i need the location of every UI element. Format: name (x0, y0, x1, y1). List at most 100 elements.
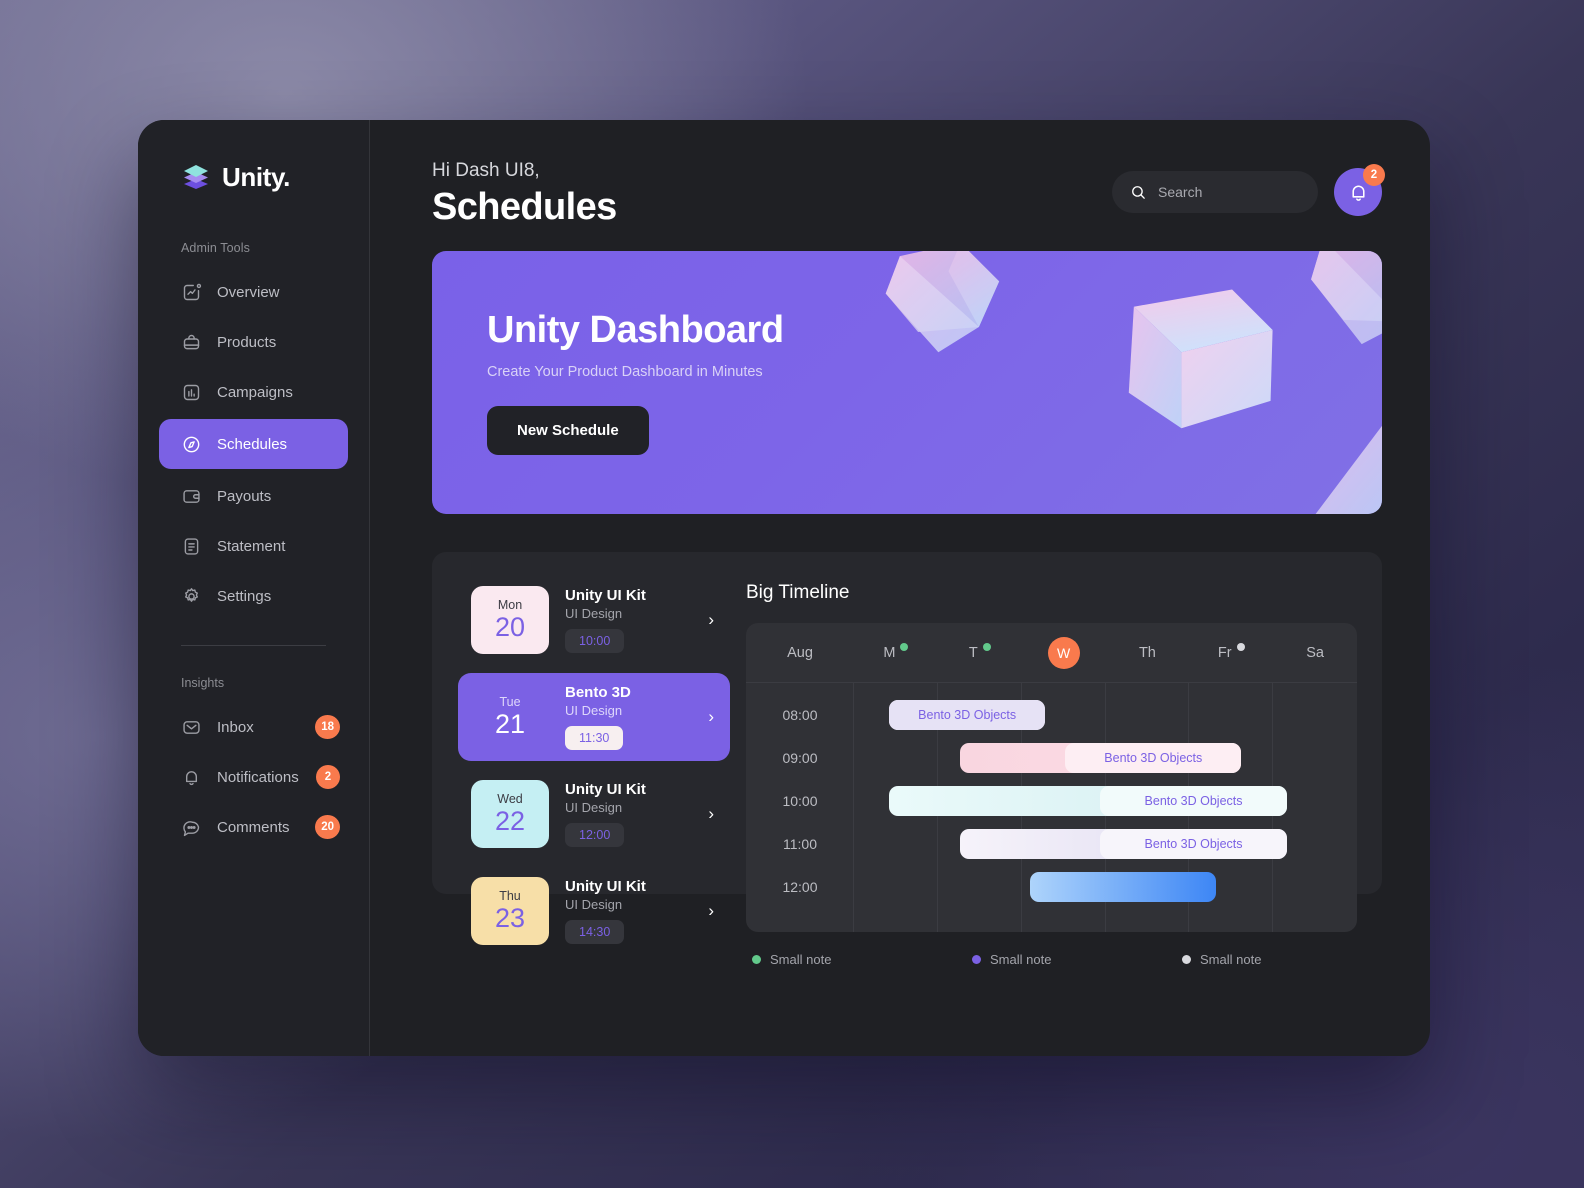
timeline-rows: 08:00 Bento 3D Objects 09:00 Bento 3D Ob… (746, 683, 1357, 932)
notifications-button[interactable]: 2 (1334, 164, 1385, 216)
sidebar-item-label: Payouts (217, 487, 272, 505)
search-input[interactable]: Search (1112, 171, 1318, 213)
day-chip: Wed 22 (471, 780, 549, 848)
timeline-body: 08:00 Bento 3D Objects 09:00 Bento 3D Ob… (746, 683, 1357, 932)
sidebar-item-label: Campaigns (217, 383, 293, 401)
timeline-day-m[interactable]: M (854, 643, 938, 662)
sidebar-item-label: Notifications (217, 768, 299, 786)
admin-nav: Overview Products Campaigns Schedules Pa… (138, 269, 369, 619)
sidebar-item-comments[interactable]: Comments 20 (159, 804, 348, 850)
day-label: T (968, 644, 978, 661)
topbar-actions: Search 2 (1112, 164, 1385, 216)
sidebar-item-products[interactable]: Products (159, 319, 348, 365)
day-status-dot (982, 643, 991, 651)
schedule-time: 14:30 (565, 920, 625, 944)
schedule-list: Mon 20 Unity UI Kit UI Design 10:00 › Tu… (445, 576, 730, 945)
search-placeholder: Search (1158, 184, 1203, 200)
day-status-dot (1236, 643, 1245, 651)
insights-nav: Inbox 18 Notifications 2 Comments 20 (138, 704, 369, 850)
schedule-meta: Unity UI Kit UI Design 12:00 (565, 781, 692, 847)
day-of-week: Mon (497, 598, 523, 613)
schedules-panel: Mon 20 Unity UI Kit UI Design 10:00 › Tu… (432, 552, 1382, 967)
sidebar-item-label: Comments (217, 818, 290, 836)
timeline-event-bar[interactable] (1030, 871, 1217, 902)
day-chip: Tue 21 (471, 683, 549, 751)
schedule-meta: Unity UI Kit UI Design 10:00 (565, 587, 692, 653)
sidebar-item-notifications[interactable]: Notifications 2 (159, 754, 348, 800)
legend-dot (1182, 955, 1191, 964)
day-of-week: Tue (499, 695, 521, 710)
timeline-row: 11:00 Bento 3D Objects (746, 822, 1357, 865)
legend-label: Small note (990, 952, 1052, 967)
timeline-day-fr[interactable]: Fr (1189, 643, 1273, 662)
sidebar-item-label: Schedules (217, 435, 288, 453)
notifications-badge: 2 (316, 765, 340, 789)
legend-label: Small note (1200, 952, 1262, 967)
schedule-title: Unity UI Kit (565, 587, 646, 604)
day-number: 23 (494, 903, 526, 934)
schedule-meta: Unity UI Kit UI Design 14:30 (565, 878, 692, 944)
app-window: Unity. Admin Tools Overview Products Cam… (138, 120, 1430, 1056)
sidebar-item-label: Settings (217, 587, 272, 605)
sidebar-item-payouts[interactable]: Payouts (159, 473, 348, 519)
chevron-right-icon[interactable]: › (708, 901, 714, 921)
sidebar-item-label: Statement (217, 537, 286, 555)
insights-label: Insights (181, 676, 225, 690)
brand[interactable]: Unity. (138, 162, 369, 193)
comment-icon (183, 820, 200, 836)
sidebar-item-overview[interactable]: Overview (159, 269, 348, 315)
chevron-right-icon[interactable]: › (708, 707, 714, 727)
gear-icon (185, 587, 198, 602)
schedule-card[interactable]: Mon 20 Unity UI Kit UI Design 10:00 › (458, 576, 730, 664)
schedule-card[interactable]: Thu 23 Unity UI Kit UI Design 14:30 › (458, 867, 730, 955)
sidebar-item-label: Inbox (217, 718, 254, 736)
sidebar-item-schedules[interactable]: Schedules (159, 419, 348, 469)
schedule-time: 11:30 (565, 726, 624, 750)
schedule-card[interactable]: Wed 22 Unity UI Kit UI Design 12:00 › (458, 770, 730, 858)
sidebar-item-statement[interactable]: Statement (159, 523, 348, 569)
day-of-week: Wed (497, 792, 523, 807)
page-title: Schedules (432, 186, 617, 228)
today-indicator: W (1047, 636, 1080, 669)
schedule-title: Bento 3D (565, 684, 631, 701)
sidebar-item-settings[interactable]: Settings (159, 573, 348, 619)
promo-banner: Unity Dashboard Create Your Product Dash… (432, 251, 1382, 514)
timeline-event-label: Bento 3D Objects (1100, 785, 1287, 816)
timeline-day-sa[interactable]: Sa (1273, 645, 1357, 661)
timeline-title: Big Timeline (746, 582, 850, 603)
timeline-section: Big Timeline Aug M T W Th Fr Sa 08:00 Be… (746, 576, 1357, 967)
compass-icon (183, 436, 200, 452)
schedule-time: 10:00 (565, 629, 625, 653)
timeline-track: Bento 3D Objects (854, 699, 1357, 730)
timeline-day-t[interactable]: T (938, 643, 1022, 662)
chevron-right-icon[interactable]: › (708, 804, 714, 824)
day-status-dot (900, 643, 909, 651)
main-content: Hi Dash UI8, Schedules Search 2 Unity Da… (370, 120, 1430, 1056)
day-label: M (883, 644, 896, 661)
sidebar-item-campaigns[interactable]: Campaigns (159, 369, 348, 415)
timeline-row: 08:00 Bento 3D Objects (746, 693, 1357, 736)
comments-badge: 20 (315, 815, 340, 839)
timeline-day-th[interactable]: Th (1106, 645, 1190, 661)
sidebar-item-inbox[interactable]: Inbox 18 (159, 704, 348, 750)
search-icon (1132, 185, 1145, 199)
timeline-day-w[interactable]: W (1022, 636, 1106, 669)
hour-label: 09:00 (782, 749, 818, 766)
bell-icon (1351, 185, 1365, 201)
new-schedule-button[interactable]: New Schedule (487, 406, 649, 455)
hour-label: 11:00 (783, 835, 817, 852)
legend-item: Small note (752, 952, 972, 967)
chevron-right-icon[interactable]: › (708, 610, 714, 630)
schedule-card[interactable]: Tue 21 Bento 3D UI Design 11:30 › (458, 673, 730, 761)
day-label: Fr (1217, 644, 1232, 661)
timeline-track: Bento 3D Objects (854, 828, 1357, 859)
day-label: Sa (1306, 644, 1324, 661)
timeline-row: 09:00 Bento 3D Objects (746, 736, 1357, 779)
document-icon (184, 537, 199, 555)
timeline-event-label: Bento 3D Objects (889, 699, 1046, 730)
timeline-track: Bento 3D Objects (854, 742, 1357, 773)
day-label: Th (1138, 644, 1156, 661)
page-heading: Hi Dash UI8, Schedules (432, 160, 617, 229)
timeline-track: Bento 3D Objects (854, 785, 1357, 816)
bell-icon (185, 770, 198, 785)
